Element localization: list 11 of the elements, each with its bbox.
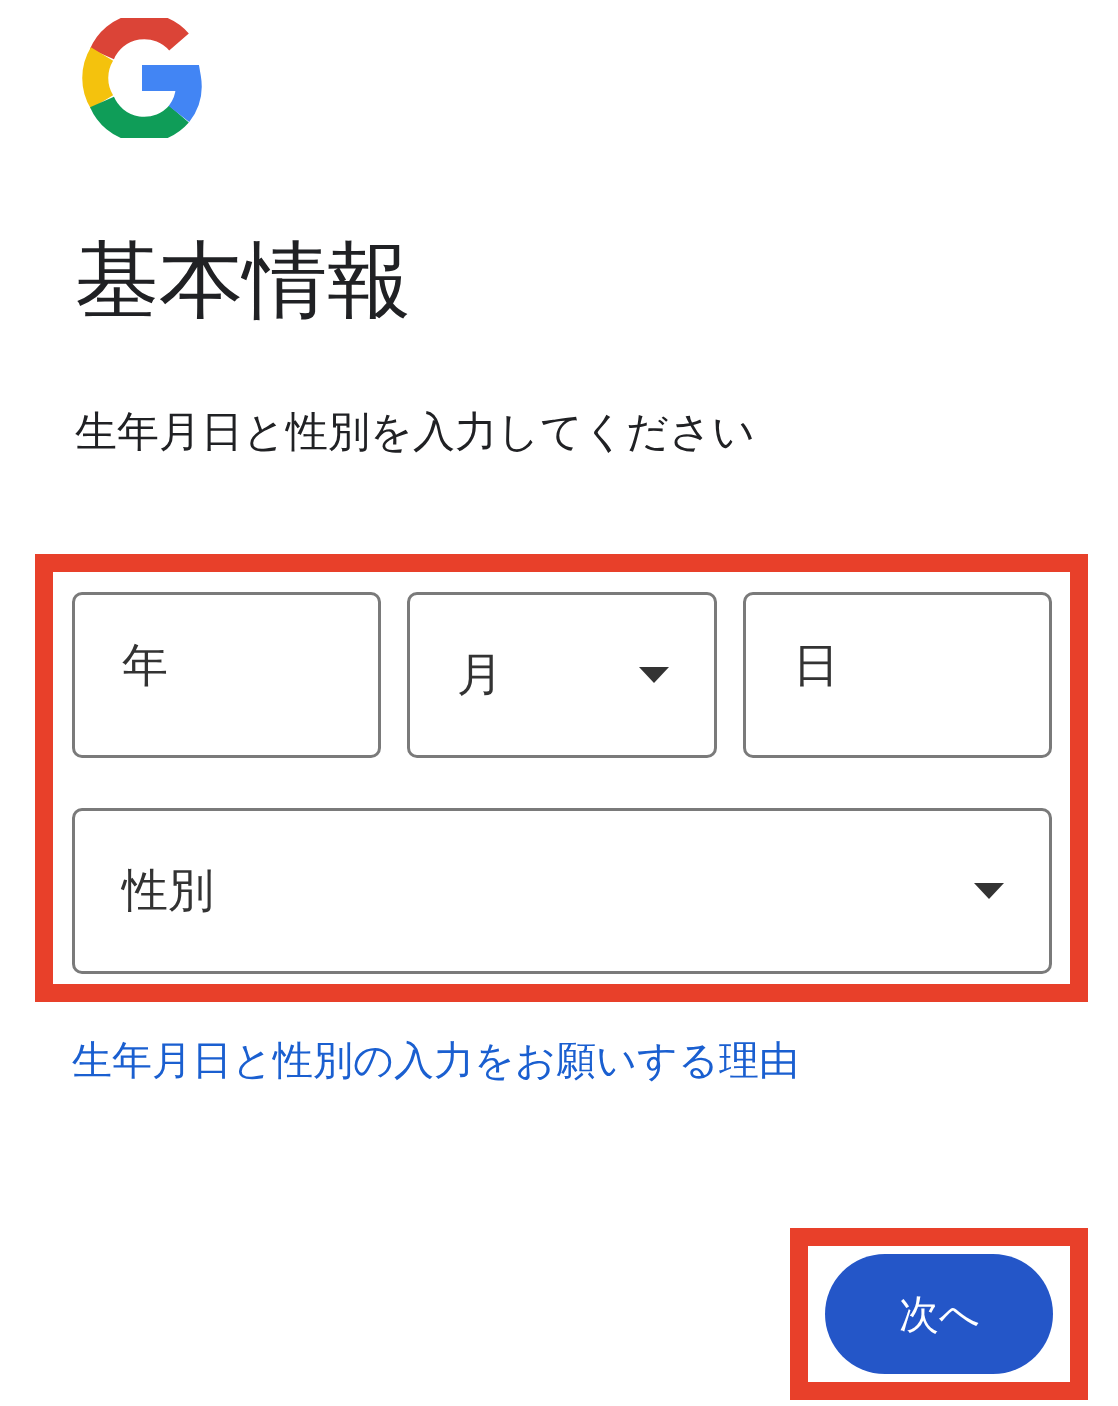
dropdown-field[interactable]: 月 [407,592,717,758]
logo-icon [82,18,202,138]
dropdown-field[interactable]: 性別 [72,808,1052,974]
dropdown-caret-icon [974,883,1004,899]
page-title: 基本情報 [75,230,412,330]
instruction-text: 生年月日と性別を入力してください [75,406,756,458]
next-button[interactable]: 次へ [825,1254,1053,1374]
input-field[interactable]: 年 [72,592,382,758]
reason-link[interactable]: 生年月日と性別の入力をお願いする理由 [72,1030,799,1090]
dropdown-caret-icon [638,667,669,683]
input-field[interactable]: 日 [742,592,1052,758]
